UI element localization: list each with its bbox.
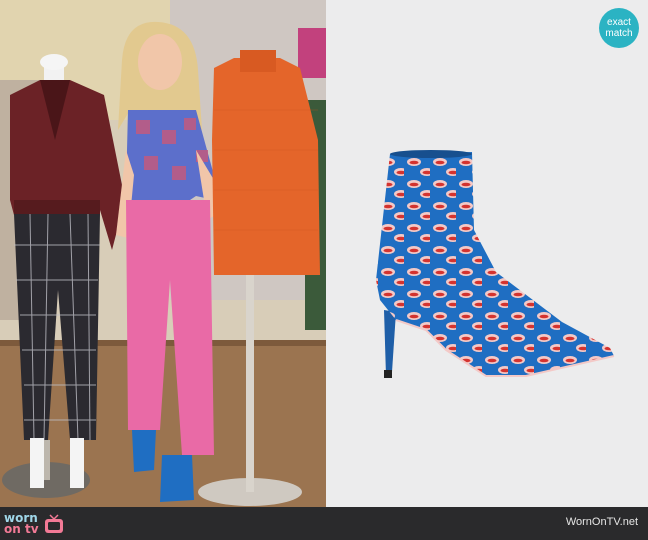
badge-line-1: exact [607, 17, 631, 28]
tv-icon [44, 514, 63, 533]
wornontv-logo[interactable]: worn on tv [4, 511, 65, 537]
site-name: WornOnTV.net [565, 516, 638, 528]
screenshot: exact match worn on tv WornOnTV.net [0, 0, 648, 540]
footer-bar: worn on tv WornOnTV.net [0, 507, 648, 540]
logo-wordmark: worn on tv [4, 512, 39, 536]
product-photo [326, 0, 648, 507]
boot-illustration [376, 150, 615, 378]
exact-match-badge[interactable]: exact match [599, 8, 639, 48]
badge-line-2: match [605, 28, 633, 39]
tv-still-photo [0, 0, 326, 507]
tv-still-illustration [0, 0, 326, 507]
logo-word-ontv: on tv [4, 522, 39, 536]
